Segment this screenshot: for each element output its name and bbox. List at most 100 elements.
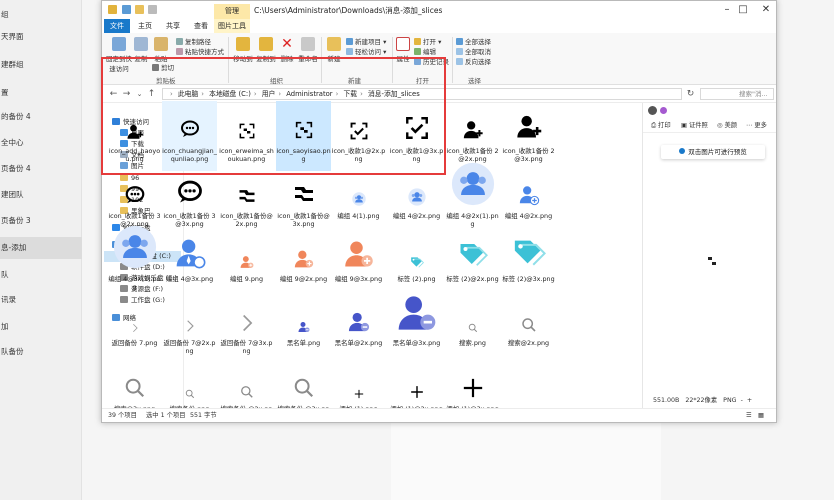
highlight-box <box>101 57 446 175</box>
background-sidebar-item[interactable]: 置 <box>0 82 82 104</box>
file-item[interactable]: 返回备份 7@3x.png <box>219 293 274 363</box>
tag-icon <box>512 235 546 271</box>
file-name: icon_收款1备份 2@2x.png <box>446 147 499 163</box>
background-sidebar-item[interactable]: 页备份 4 <box>0 158 82 180</box>
tag-icon <box>410 255 424 271</box>
tab-share[interactable]: 共享 <box>160 19 186 33</box>
file-item[interactable]: 搜索.png <box>445 293 500 363</box>
file-item[interactable]: 编组 4@2x.png <box>501 166 556 236</box>
preview-pane: ⎙ 打印 ▣ 证件照 ◎ 美颜 ⋯ 更多 双击图片可进行预览 551.00B 2… <box>642 103 776 408</box>
plus-icon <box>354 389 364 401</box>
paste-shortcut-button[interactable]: 粘贴快捷方式 <box>176 47 224 57</box>
file-item[interactable]: 编组 9@2x.png <box>276 229 331 299</box>
file-item[interactable]: 黑名单@3x.png <box>389 293 444 363</box>
edit-button[interactable]: 编辑 <box>414 47 436 57</box>
file-item[interactable]: 编组 4@2x(1).png <box>445 162 500 236</box>
background-sidebar: 组天界面建群组置的备份 4 全中心页备份 4 建团队页备份 3 息-添加队讯录加队备份 <box>0 0 82 500</box>
file-name: 返回备份 7@2x.png <box>163 339 216 355</box>
refresh-button[interactable]: ↻ <box>685 88 696 100</box>
tab-file[interactable]: 文件 <box>104 19 130 33</box>
ribbon-tabs: 文件 主页 共享 查看 图片工具 <box>102 19 776 33</box>
open-button[interactable]: 打开 ▾ <box>414 37 441 47</box>
file-item[interactable]: 标签 (2)@3x.png <box>501 229 556 299</box>
preview-image[interactable] <box>707 256 717 266</box>
file-name: 搜索@2x.png <box>507 339 550 347</box>
title-bar: 管理 C:\Users\Administrator\Downloads\消息-添… <box>102 1 776 19</box>
file-item[interactable]: 编组 9.png <box>219 229 274 299</box>
selected-count: 选中 1 个项目 <box>146 412 186 419</box>
file-item[interactable]: 编组 4(1).png <box>331 166 386 236</box>
background-sidebar-item[interactable]: 组 <box>0 4 82 26</box>
image-dimensions: 22*22像素 <box>685 397 718 404</box>
file-item[interactable]: 搜索@2x.png <box>501 293 556 363</box>
group-avatar-icon <box>113 225 157 271</box>
save-icon[interactable] <box>122 5 131 14</box>
invert-selection-button[interactable]: 反向选择 <box>456 57 491 67</box>
tab-home[interactable]: 主页 <box>132 19 158 33</box>
more-button[interactable]: ⋯ 更多 <box>746 119 767 133</box>
divider <box>452 37 453 83</box>
background-sidebar-item[interactable]: 建群组 <box>0 54 82 76</box>
new-item-button[interactable]: 新建项目 ▾ <box>346 37 386 47</box>
tab-picture-tools[interactable]: 图片工具 <box>214 19 250 33</box>
file-name: 黑名单.png <box>286 339 321 347</box>
file-item[interactable]: 标签 (2).png <box>389 229 444 299</box>
zoom-out-button[interactable]: - <box>741 397 743 404</box>
file-item[interactable]: 返回备份 7.png <box>107 293 162 363</box>
background-sidebar-item[interactable]: 加 <box>0 316 82 338</box>
file-item[interactable]: icon_收款1备份 2@3x.png <box>501 101 556 171</box>
search-input[interactable]: 搜索"消... <box>700 88 774 100</box>
file-item[interactable]: 返回备份 7@2x.png <box>162 293 217 363</box>
file-item[interactable]: 黑名单.png <box>276 293 331 363</box>
swap-icon <box>237 186 257 208</box>
background-sidebar-item[interactable]: 全中心 <box>0 132 82 154</box>
select-none-button[interactable]: 全部取消 <box>456 47 491 57</box>
customize-icon[interactable] <box>148 5 157 14</box>
background-sidebar-item[interactable]: 息-添加 <box>0 237 82 259</box>
file-item[interactable]: 编组 4@3x.png <box>162 229 217 299</box>
group-add-icon <box>518 184 540 208</box>
file-name: 标签 (2).png <box>397 275 436 283</box>
file-item[interactable]: 编组 4@2x.png <box>389 166 444 236</box>
file-name: 黑名单@3x.png <box>392 339 441 347</box>
certificate-photo-button[interactable]: ▣ 证件照 <box>681 119 708 133</box>
close-button[interactable]: ✕ <box>753 2 776 18</box>
background-sidebar-item[interactable]: 天界面 <box>0 26 82 48</box>
background-sidebar-item[interactable]: 建团队 <box>0 184 82 206</box>
swap-icon <box>292 182 316 208</box>
file-item[interactable]: icon_收款1备份@3x.png <box>276 166 331 236</box>
easy-access-button[interactable]: 轻松访问 ▾ <box>346 47 386 57</box>
background-sidebar-item[interactable]: 页备份 3 <box>0 210 82 232</box>
file-item[interactable]: icon_收款1备份@2x.png <box>219 166 274 236</box>
background-sidebar-item[interactable]: 队 <box>0 264 82 286</box>
zoom-in-button[interactable]: + <box>747 397 752 404</box>
beauty-button[interactable]: ◎ 美颜 <box>717 119 737 133</box>
file-item[interactable]: 标签 (2)@2x.png <box>445 229 500 299</box>
file-item[interactable]: 黑名单@2x.png <box>331 293 386 363</box>
new-folder-icon[interactable] <box>135 5 144 14</box>
select-all-button[interactable]: 全部选择 <box>456 37 491 47</box>
details-view-button[interactable]: ☰ <box>746 409 752 422</box>
search-icon <box>124 377 146 401</box>
print-button[interactable]: ⎙ 打印 <box>651 119 671 133</box>
app-logo-icon <box>660 107 667 114</box>
file-item[interactable]: 编组 9@3x.png <box>331 229 386 299</box>
file-name: 编组 4@2x(1).png <box>446 212 499 228</box>
add-user-icon <box>515 113 543 143</box>
preview-toolbar: ⎙ 打印 ▣ 证件照 ◎ 美颜 ⋯ 更多 <box>643 119 776 133</box>
background-sidebar-item[interactable]: 的备份 4 <box>0 106 82 128</box>
copy-path-button[interactable]: 复制路径 <box>176 37 211 47</box>
background-sidebar-item[interactable]: 队备份 <box>0 341 82 363</box>
file-item[interactable]: icon_收款1备份 3@3x.png <box>162 166 217 236</box>
tab-view[interactable]: 查看 <box>188 19 214 33</box>
user-add-icon <box>344 239 374 271</box>
file-name: 编组 4(1).png <box>337 212 380 220</box>
group-avatar-icon <box>351 192 366 208</box>
large-icons-view-button[interactable]: ▦ <box>758 409 764 422</box>
file-item[interactable]: icon_收款1备份 2@2x.png <box>445 101 500 171</box>
file-name: 返回备份 7@3x.png <box>220 339 273 355</box>
manage-tab[interactable]: 管理 <box>214 4 250 19</box>
file-item[interactable]: 编组 4@3x(1).png <box>107 225 162 299</box>
blacklist-icon <box>348 311 370 335</box>
background-sidebar-item[interactable]: 讯录 <box>0 289 82 311</box>
